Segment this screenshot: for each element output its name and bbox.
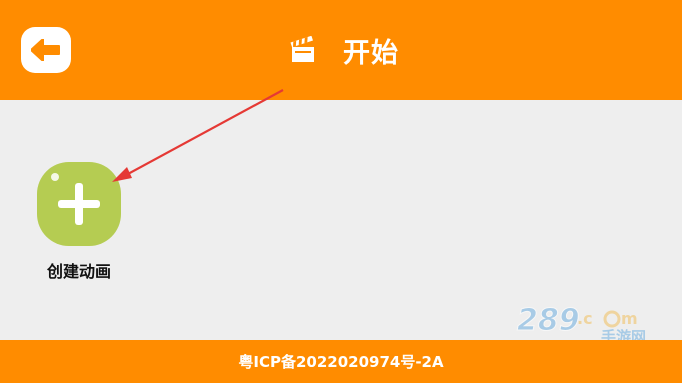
page-title-group: 开始 xyxy=(289,30,399,70)
icp-license-text[interactable]: 粤ICP备2022020974号-2A xyxy=(238,351,443,372)
page-title: 开始 xyxy=(343,37,399,69)
footer-bar: 粤ICP备2022020974号-2A xyxy=(0,340,682,383)
svg-text:.c: .c xyxy=(577,309,593,328)
watermark-logo: 289 .c m 手游网 xyxy=(517,303,647,346)
create-animation-label: 创建动画 xyxy=(46,262,111,281)
plus-icon xyxy=(58,183,100,225)
clapperboard-icon xyxy=(290,36,314,62)
back-button[interactable] xyxy=(21,27,71,73)
header-bar: 开始 xyxy=(0,0,682,100)
gloss-highlight xyxy=(51,173,59,181)
back-arrow-icon xyxy=(31,39,60,61)
svg-text:m: m xyxy=(621,309,638,328)
create-animation-item[interactable]: 创建动画 xyxy=(30,162,130,282)
svg-text:289: 289 xyxy=(517,303,580,338)
create-animation-button[interactable] xyxy=(37,162,121,246)
app-window: 开始 创建动画 289 .c m 手游网 粤ICP备2022020974号-2A xyxy=(0,0,682,383)
